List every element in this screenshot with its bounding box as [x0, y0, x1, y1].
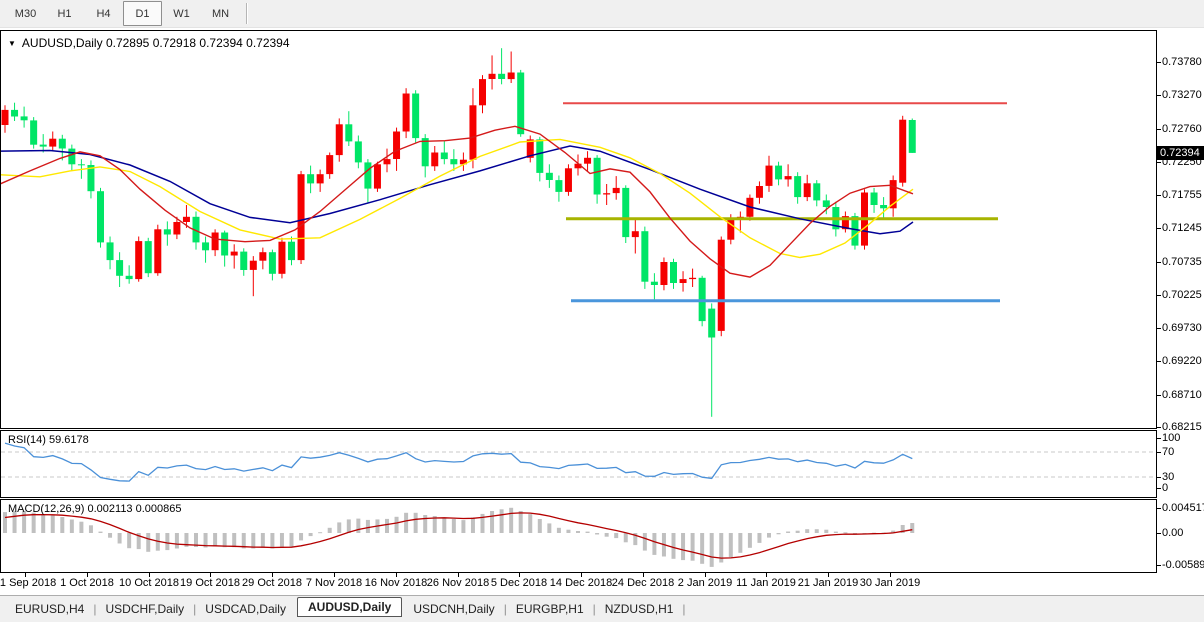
date-axis-label: 26 Nov 2018 — [427, 577, 489, 589]
chart-title: ▼ AUDUSD,Daily 0.72895 0.72918 0.72394 0.… — [8, 36, 290, 50]
collapse-icon[interactable]: ▼ — [8, 39, 16, 48]
macd-value-main: 0.002113 — [87, 503, 132, 515]
price-axis-label-tick — [1157, 427, 1161, 428]
rsi-axis-label: 0 — [1162, 482, 1168, 494]
price-axis-label: 0.68710 — [1162, 389, 1202, 401]
price-axis-label-tick — [1157, 328, 1161, 329]
macd-axis-label: 0.004517 — [1162, 502, 1204, 514]
timeframe-button-mn[interactable]: MN — [201, 1, 240, 26]
date-axis-label: 11 Jan 2019 — [736, 577, 796, 589]
timeframe-button-w1[interactable]: W1 — [162, 1, 201, 26]
date-axis-label: 10 Oct 2018 — [119, 577, 179, 589]
timeframe-button-h1[interactable]: H1 — [45, 1, 84, 26]
timeframe-button-d1[interactable]: D1 — [123, 1, 162, 26]
rsi-axis-label-tick — [1157, 438, 1161, 439]
macd-axis-label: 0.00 — [1162, 527, 1183, 539]
macd-axis-label-tick — [1157, 533, 1161, 534]
tab-usdchf-daily[interactable]: USDCHF,Daily — [96, 599, 193, 619]
price-axis-label: 0.69220 — [1162, 355, 1202, 367]
date-axis-label: 1 Oct 2018 — [60, 577, 114, 589]
date-axis-label: 29 Oct 2018 — [242, 577, 302, 589]
price-axis-label-tick — [1157, 95, 1161, 96]
price-axis-label-tick — [1157, 162, 1161, 163]
price-axis-label: 0.71245 — [1162, 222, 1202, 234]
rsi-label: RSI(14) 59.6178 — [8, 434, 89, 446]
price-axis-label: 0.70735 — [1162, 256, 1202, 268]
tab-usdcnh-daily[interactable]: USDCNH,Daily — [404, 599, 503, 619]
toolbar-separator — [246, 3, 247, 24]
date-axis-label: 16 Nov 2018 — [365, 577, 427, 589]
price-axis-label-tick — [1157, 62, 1161, 63]
rsi-axis-label-tick — [1157, 488, 1161, 489]
date-axis-label: 7 Nov 2018 — [306, 577, 362, 589]
price-axis-label-tick — [1157, 228, 1161, 229]
date-axis-label: 21 Sep 2018 — [0, 577, 56, 589]
ohlc-close: 0.72394 — [246, 36, 289, 50]
rsi-axis-label-tick — [1157, 452, 1161, 453]
terminal-window: M30H1H4D1W1MN ▼ AUDUSD,Daily 0.72895 0.72… — [0, 0, 1204, 622]
price-axis-label: 0.70225 — [1162, 289, 1202, 301]
macd-axis-label-tick — [1157, 508, 1161, 509]
macd-value-signal: 0.000865 — [136, 503, 182, 515]
ohlc-open: 0.72895 — [106, 36, 149, 50]
tab-eurusd-h4[interactable]: EURUSD,H4 — [6, 599, 93, 619]
tab-nzdusd-h1[interactable]: NZDUSD,H1 — [596, 599, 683, 619]
rsi-pane[interactable] — [0, 430, 1157, 498]
date-axis-label: 19 Oct 2018 — [180, 577, 240, 589]
price-axis-label-tick — [1157, 262, 1161, 263]
chart-symbol: AUDUSD,Daily — [22, 36, 103, 50]
date-axis-label: 2 Jan 2019 — [678, 577, 732, 589]
timeframe-button-m30[interactable]: M30 — [6, 1, 45, 26]
ohlc-low: 0.72394 — [199, 36, 242, 50]
price-axis-label: 0.69730 — [1162, 322, 1202, 334]
timeframe-button-h4[interactable]: H4 — [84, 1, 123, 26]
date-axis-label: 5 Dec 2018 — [491, 577, 547, 589]
date-axis-label: 30 Jan 2019 — [860, 577, 921, 589]
current-price-tag: 0.72394 — [1157, 146, 1204, 160]
price-axis-label: 0.73270 — [1162, 89, 1202, 101]
macd-label: MACD(12,26,9) 0.002113 0.000865 — [8, 503, 182, 515]
rsi-value: 59.6178 — [49, 434, 89, 446]
ohlc-high: 0.72918 — [153, 36, 196, 50]
date-axis-label: 14 Dec 2018 — [550, 577, 612, 589]
price-axis-label-tick — [1157, 395, 1161, 396]
price-axis-label-tick — [1157, 361, 1161, 362]
tab-audusd-daily[interactable]: AUDUSD,Daily — [297, 597, 402, 617]
macd-axis-label-tick — [1157, 565, 1161, 566]
price-axis-label: 0.71755 — [1162, 189, 1202, 201]
macd-axis-label: -0.005899 — [1162, 559, 1204, 571]
tab-usdcad-daily[interactable]: USDCAD,Daily — [196, 599, 295, 619]
chart-tabs-bar: EURUSD,H4|USDCHF,Daily|USDCAD,DailyAUDUS… — [0, 595, 1204, 622]
tab-eurgbp-h1[interactable]: EURGBP,H1 — [507, 599, 593, 619]
price-chart-pane[interactable] — [0, 30, 1157, 429]
rsi-axis-label: 70 — [1162, 446, 1174, 458]
price-axis-label-tick — [1157, 195, 1161, 196]
price-axis-label-tick — [1157, 129, 1161, 130]
price-axis-label-tick — [1157, 295, 1161, 296]
date-axis-label: 21 Jan 2019 — [798, 577, 859, 589]
tab-separator: | — [682, 602, 685, 616]
price-axis-label: 0.72760 — [1162, 123, 1202, 135]
rsi-axis-label: 100 — [1162, 432, 1180, 444]
timeframe-toolbar: M30H1H4D1W1MN — [0, 0, 1204, 28]
price-axis-label: 0.73780 — [1162, 56, 1202, 68]
date-axis-label: 24 Dec 2018 — [612, 577, 674, 589]
rsi-axis-label-tick — [1157, 477, 1161, 478]
